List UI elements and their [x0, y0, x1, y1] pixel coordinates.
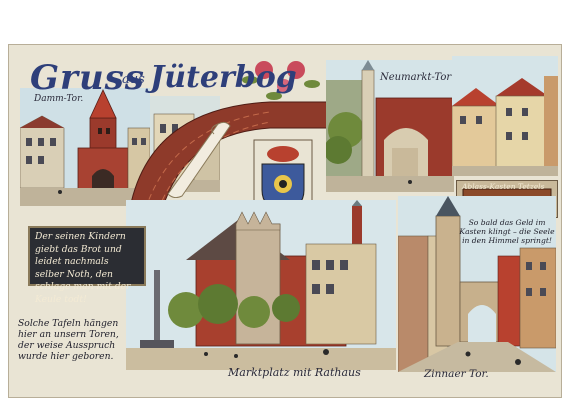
- caption-neumarkt-tor: Neumarkt-Tor: [380, 72, 452, 83]
- marktplatz-illustration: [126, 200, 396, 370]
- right-street-panel: [452, 56, 558, 176]
- marktplatz-panel: [126, 200, 396, 370]
- caption-ablass-kasten: Ablass-Kasten Tetzels: [462, 182, 545, 191]
- quote-plaque: Der seinen Kindern giebt das Brot und le…: [28, 226, 146, 305]
- title-preposition: aus: [122, 72, 145, 87]
- title-city: Jüterbog: [150, 60, 297, 95]
- plaque-note: Solche Tafeln hängen hier an unsern Tore…: [18, 318, 119, 362]
- chest-inscription: So bald das Geld im Kasten klingt – die …: [459, 218, 555, 245]
- right-street-illustration: [452, 56, 558, 176]
- postcard: Gruss aus Jüterbog Damm-Tor. Neumarkt-To…: [0, 0, 581, 406]
- caption-damm-tor: Damm-Tor.: [34, 94, 84, 104]
- scroll-decoration: [167, 121, 231, 198]
- caption-zinnaer-tor: Zinnaer Tor.: [424, 368, 489, 380]
- caption-marktplatz: Marktplatz mit Rathaus: [228, 366, 361, 379]
